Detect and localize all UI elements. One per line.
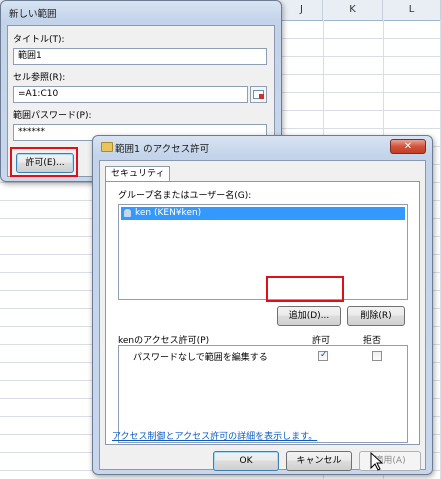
ok-button[interactable]: OK <box>213 451 279 471</box>
highlight-add-button <box>266 276 344 302</box>
access-permission-dialog: 範囲1 のアクセス許可 ✕ セキュリティ グループ名またはユーザー名(G): k… <box>92 135 433 475</box>
dialog-title: 新しい範囲 <box>9 9 57 20</box>
close-icon: ✕ <box>403 141 413 152</box>
title-label: タイトル(T): <box>13 35 65 45</box>
column-header-l[interactable]: L <box>383 0 441 20</box>
dialog-title: 範囲1 のアクセス許可 <box>115 144 210 155</box>
access-info-link[interactable]: アクセス制御とアクセス許可の詳細を表示します。 <box>112 429 317 442</box>
deny-checkbox[interactable] <box>372 351 382 361</box>
tab-security[interactable]: セキュリティ <box>105 166 171 182</box>
user-name: ken (KEN¥ken) <box>135 208 202 218</box>
password-label: 範囲パスワード(P): <box>13 111 92 121</box>
list-item[interactable]: ken (KEN¥ken) <box>121 207 405 220</box>
access-client-area: セキュリティ グループ名またはユーザー名(G): ken (KEN¥ken) 追… <box>99 160 426 471</box>
remove-button[interactable]: 削除(R) <box>347 306 405 326</box>
column-header-k[interactable]: K <box>323 0 383 20</box>
cell-ref-field[interactable]: =A1:C10 <box>13 86 248 103</box>
user-icon <box>124 209 131 217</box>
check-icon: ✓ <box>320 350 328 360</box>
title-field[interactable]: 範囲1 <box>13 48 267 65</box>
folder-icon <box>101 142 113 152</box>
cell-ref-label: セル参照(R): <box>13 73 66 83</box>
range-arrow-icon <box>259 94 264 99</box>
range-select-button[interactable] <box>250 86 267 103</box>
user-list[interactable]: ken (KEN¥ken) <box>118 204 408 300</box>
highlight-permissions-button <box>10 147 78 177</box>
mouse-cursor-icon <box>370 452 384 471</box>
allow-checkbox[interactable]: ✓ <box>318 350 328 361</box>
cancel-button[interactable]: キャンセル <box>286 451 352 471</box>
security-tab-panel: グループ名またはユーザー名(G): ken (KEN¥ken) 追加(D)...… <box>105 181 420 445</box>
column-header-j[interactable]: J <box>281 0 323 20</box>
permission-row-label: パスワードなしで範囲を編集する <box>133 353 268 363</box>
close-button[interactable]: ✕ <box>390 139 426 154</box>
add-button[interactable]: 追加(D)... <box>277 306 341 326</box>
group-user-label: グループ名またはユーザー名(G): <box>118 191 252 201</box>
apply-button[interactable]: 適用(A) <box>359 451 421 471</box>
